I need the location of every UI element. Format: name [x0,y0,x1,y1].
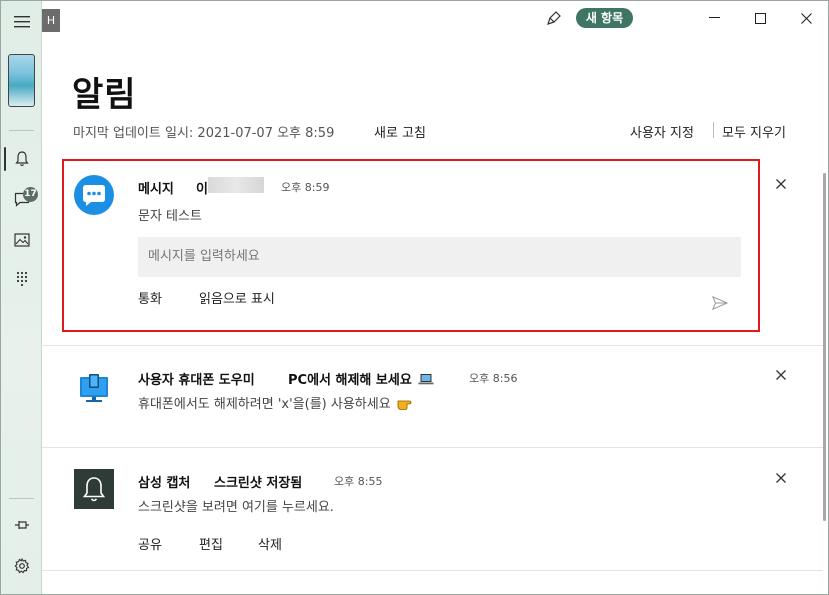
app-logo: H [42,9,60,32]
last-update-text: 마지막 업데이트 일시: 2021-07-07 오후 8:59 [73,126,335,141]
menu-icon[interactable] [1,6,42,38]
customize-button[interactable]: 사용자 지정 [630,122,694,141]
notification-title: 스크린샷 저장됨 [214,476,303,491]
page-title: 알림 [72,75,137,115]
notification-time: 오후 8:56 [469,372,518,385]
notification-title-text: PC에서 해제해 보세요 [288,373,412,388]
redacted-sender-name [208,177,264,193]
notification-body: 스크린샷을 보려면 여기를 누르세요. [138,500,334,515]
notification-time: 오후 8:55 [334,475,383,488]
navigation-rail: 17 [1,1,42,594]
phone-helper-app-icon [74,368,114,408]
pointing-hand-icon [397,396,415,414]
share-button[interactable]: 공유 [138,534,162,553]
notification-body: 휴대폰에서도 해제하려면 'x'을(를) 사용하세요 [138,393,415,414]
dismiss-notification-icon[interactable] [773,176,789,192]
notification-app-name: 사용자 휴대폰 도우미 [138,373,255,388]
clear-all-button[interactable]: 모두 지우기 [722,122,786,141]
scrollbar[interactable] [823,173,826,521]
notification-app-name: 메시지 [138,182,174,197]
delete-button[interactable]: 삭제 [258,534,282,553]
minimize-icon[interactable] [691,1,737,35]
notification-time: 오후 8:59 [281,181,330,194]
edit-button[interactable]: 편집 [199,534,223,553]
notification-divider [42,447,823,448]
send-icon[interactable] [712,295,728,311]
phone-wallpaper-thumbnail[interactable] [8,54,35,107]
rail-divider [9,130,34,131]
messages-count-badge: 17 [23,187,38,202]
notification-title: PC에서 해제해 보세요 [288,369,434,389]
notifications-bell-icon[interactable] [1,143,42,175]
notification-body: 문자 테스트 [138,209,202,224]
mark-as-read-button[interactable]: 읽음으로 표시 [199,288,275,307]
dialpad-icon[interactable] [1,263,42,295]
settings-gear-icon[interactable] [1,550,42,582]
pin-icon[interactable] [1,509,42,541]
messages-app-icon [74,175,114,215]
brush-icon[interactable] [544,8,564,28]
close-window-icon[interactable] [783,1,829,35]
dismiss-notification-icon[interactable] [773,367,789,383]
notification-body-text: 휴대폰에서도 해제하려면 'x'을(를) 사용하세요 [138,397,391,412]
notification-sender: 이 [196,182,208,197]
capture-bell-app-icon [74,469,114,509]
dismiss-notification-icon[interactable] [773,470,789,486]
new-items-button[interactable]: 새 항목 [576,8,633,28]
notification-divider [42,345,823,346]
header-link-divider [713,122,714,138]
rail-divider [9,498,34,499]
laptop-icon [418,373,434,389]
photos-icon[interactable] [1,224,42,256]
notification-app-name: 삼성 캡처 [138,476,191,491]
refresh-button[interactable]: 새로 고침 [374,122,426,141]
call-button[interactable]: 통화 [138,288,162,307]
notification-divider [42,570,823,571]
reply-message-input[interactable] [138,237,741,277]
maximize-icon[interactable] [737,1,783,35]
